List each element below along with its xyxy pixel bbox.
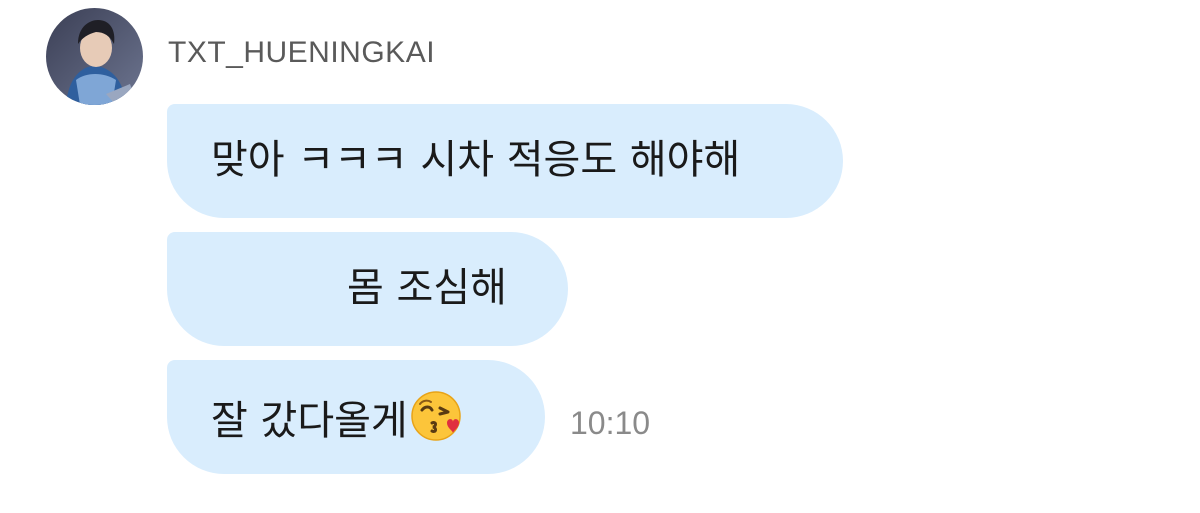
avatar[interactable] [46, 8, 143, 105]
profile-photo-icon [46, 8, 143, 105]
message-bubble[interactable]: 몸 조심해 [167, 232, 568, 346]
message-text-wrapper: 잘 갔다올게 [211, 388, 466, 449]
face-blowing-a-kiss-icon [410, 388, 466, 444]
sender-name[interactable]: TXT_HUENINGKAI [168, 36, 435, 70]
message-text: 몸 조심해 [347, 265, 507, 311]
message-text: 잘 갔다올게 [211, 398, 408, 444]
message-text: 맞아 ㅋㅋㅋ 시차 적응도 해야해 [211, 137, 741, 183]
timestamp: 10:10 [570, 405, 651, 441]
message-bubble[interactable]: 맞아 ㅋㅋㅋ 시차 적응도 해야해 [167, 104, 843, 218]
message-bubble[interactable]: 잘 갔다올게 [167, 360, 545, 474]
